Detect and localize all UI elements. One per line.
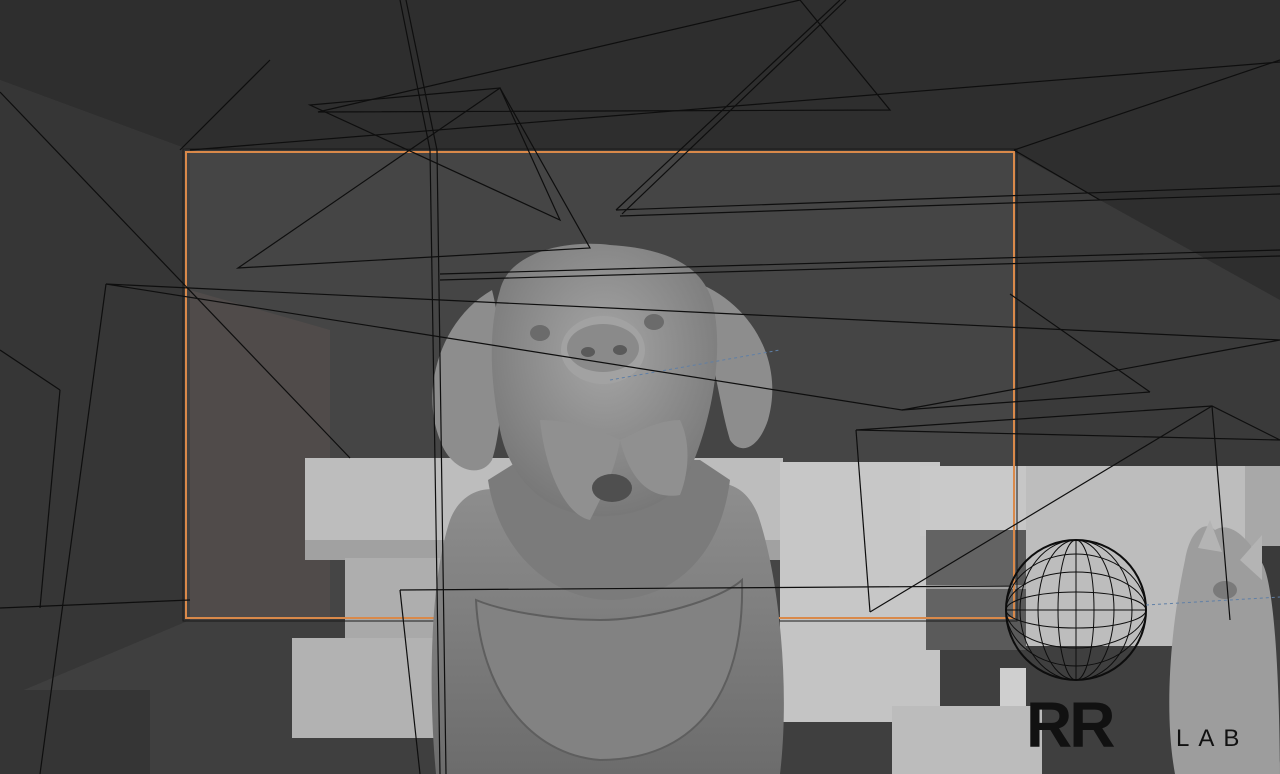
viewport-scene[interactable] bbox=[0, 0, 1280, 774]
rr-lab-watermark: RR LAB bbox=[1026, 690, 1276, 760]
watermark-primary: RR bbox=[1026, 689, 1115, 761]
3d-viewport[interactable]: RR LAB bbox=[0, 0, 1280, 774]
dog-model[interactable] bbox=[431, 243, 784, 774]
sphere-light-gizmo[interactable] bbox=[1005, 539, 1147, 681]
watermark-secondary: LAB bbox=[1176, 725, 1249, 752]
